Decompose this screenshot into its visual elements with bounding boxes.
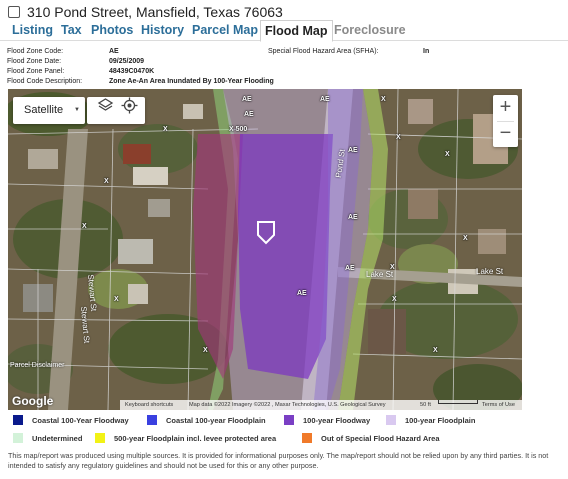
zone-label-ae: AE: [345, 265, 355, 272]
zone-label-x500: X 500: [229, 126, 248, 133]
legend-label: Undetermined: [32, 433, 83, 443]
zoom-in-button[interactable]: +: [493, 95, 518, 121]
parcel-disclaimer-link[interactable]: Parcel Disclaimer: [10, 362, 64, 369]
zone-label-ae: AE: [297, 290, 307, 297]
legend-item: 100-year Floodway: [284, 415, 370, 425]
legend-item: Coastal 100-year Floodplain: [147, 415, 266, 425]
legend-label: 100-year Floodway: [303, 415, 371, 425]
legend-swatch: [386, 415, 396, 425]
flood-zone-date-label: Flood Zone Date:: [7, 58, 62, 65]
zone-label-ae: AE: [348, 147, 358, 154]
property-address: 310 Pond Street, Mansfield, Texas 76063: [27, 4, 283, 20]
keyboard-shortcuts-link[interactable]: Keyboard shortcuts: [125, 400, 173, 410]
legend-swatch: [147, 415, 157, 425]
google-logo: Google: [12, 394, 54, 408]
map-type-dropdown[interactable]: Satellite ▼: [13, 97, 85, 124]
sfha-label: Special Flood Hazard Area (SFHA):: [268, 48, 379, 55]
legend-swatch: [95, 433, 105, 443]
terms-of-use-link[interactable]: Terms of Use: [482, 400, 515, 410]
tab-photos[interactable]: Photos: [87, 20, 137, 41]
zone-label-x: X: [445, 151, 450, 158]
zone-label-ae: AE: [320, 96, 330, 103]
map-type-label: Satellite: [24, 104, 64, 116]
zone-label-x: X: [396, 134, 401, 141]
zone-label-x: X: [114, 296, 119, 303]
zone-label-x: X: [163, 126, 168, 133]
legend-swatch: [13, 415, 23, 425]
tab-tax[interactable]: Tax: [57, 20, 86, 41]
legend-swatch: [302, 433, 312, 443]
zone-label-x: X: [433, 347, 438, 354]
property-marker-icon[interactable]: [256, 220, 276, 246]
legend-item: Coastal 100-Year Floodway: [13, 415, 129, 425]
legend-item: Undetermined: [13, 433, 82, 443]
locate-icon[interactable]: [121, 97, 138, 114]
zone-label-x: X: [392, 296, 397, 303]
disclaimer-text: This map/report was produced using multi…: [8, 451, 549, 470]
legend-item: 100-year Floodplain: [386, 415, 475, 425]
flood-code-description-label: Flood Code Description:: [7, 78, 83, 85]
flood-zone-date-value: 09/25/2009: [109, 58, 145, 65]
legend-label: 100-year Floodplain: [405, 415, 476, 425]
zone-label-ae: AE: [242, 96, 252, 103]
zone-label-x: X: [203, 347, 208, 354]
street-label-lake-st: Lake St: [366, 270, 394, 279]
tab-flood-map[interactable]: Flood Map: [260, 20, 333, 42]
zoom-control: + −: [493, 95, 518, 147]
satellite-imagery: [8, 89, 522, 410]
map-attribution: Keyboard shortcuts Map data ©2022 Imager…: [120, 400, 522, 410]
legend-swatch: [284, 415, 294, 425]
tab-listing[interactable]: Listing: [8, 20, 57, 41]
flood-map[interactable]: Satellite ▼ + − AE AE AE AE AE AE AE X 5…: [8, 89, 522, 410]
map-tools: [87, 97, 145, 124]
tab-history[interactable]: History: [137, 20, 188, 41]
flood-zone-panel-value: 48439C0470K: [109, 68, 155, 75]
flood-zone-code-value: AE: [109, 48, 119, 55]
zone-label-ae: AE: [244, 111, 254, 118]
legend-label: 500-year Floodplain incl. levee protecte…: [114, 433, 277, 443]
select-checkbox[interactable]: [8, 6, 20, 18]
scale-bar: [438, 400, 478, 404]
zoom-out-button[interactable]: −: [493, 121, 518, 147]
legend-item: 500-year Floodplain incl. levee protecte…: [95, 433, 276, 443]
tab-foreclosure: Foreclosure: [334, 23, 406, 37]
tab-bar: Listing Tax Photos History Parcel Map Fl…: [0, 20, 568, 42]
sfha-value: In: [423, 48, 430, 55]
zone-label-x: X: [381, 96, 386, 103]
legend-label: Coastal 100-year Floodplain: [166, 415, 266, 425]
flood-zone-panel-label: Flood Zone Panel:: [7, 68, 65, 75]
zone-label-ae: AE: [348, 214, 358, 221]
legend-item: Out of Special Flood Hazard Area: [302, 433, 440, 443]
scale-label: 50 ft: [420, 402, 431, 408]
zone-label-x: X: [82, 223, 87, 230]
flood-code-description-value: Zone Ae-An Area Inundated By 100-Year Fl…: [109, 78, 274, 85]
layers-icon[interactable]: [97, 97, 114, 114]
zone-label-x: X: [104, 178, 109, 185]
chevron-down-icon: ▼: [74, 107, 80, 113]
legend-label: Out of Special Flood Hazard Area: [321, 433, 440, 443]
legend-label: Coastal 100-Year Floodway: [32, 415, 129, 425]
flood-zone-code-label: Flood Zone Code:: [7, 48, 64, 55]
zone-label-x: X: [463, 235, 468, 242]
tab-parcel-map[interactable]: Parcel Map: [188, 20, 262, 41]
street-label-lake-st: Lake St: [476, 267, 504, 276]
title-row: 310 Pond Street, Mansfield, Texas 76063: [8, 3, 283, 21]
legend-swatch: [13, 433, 23, 443]
map-data-attribution: Map data ©2022 Imagery ©2022 , Maxar Tec…: [189, 402, 386, 408]
